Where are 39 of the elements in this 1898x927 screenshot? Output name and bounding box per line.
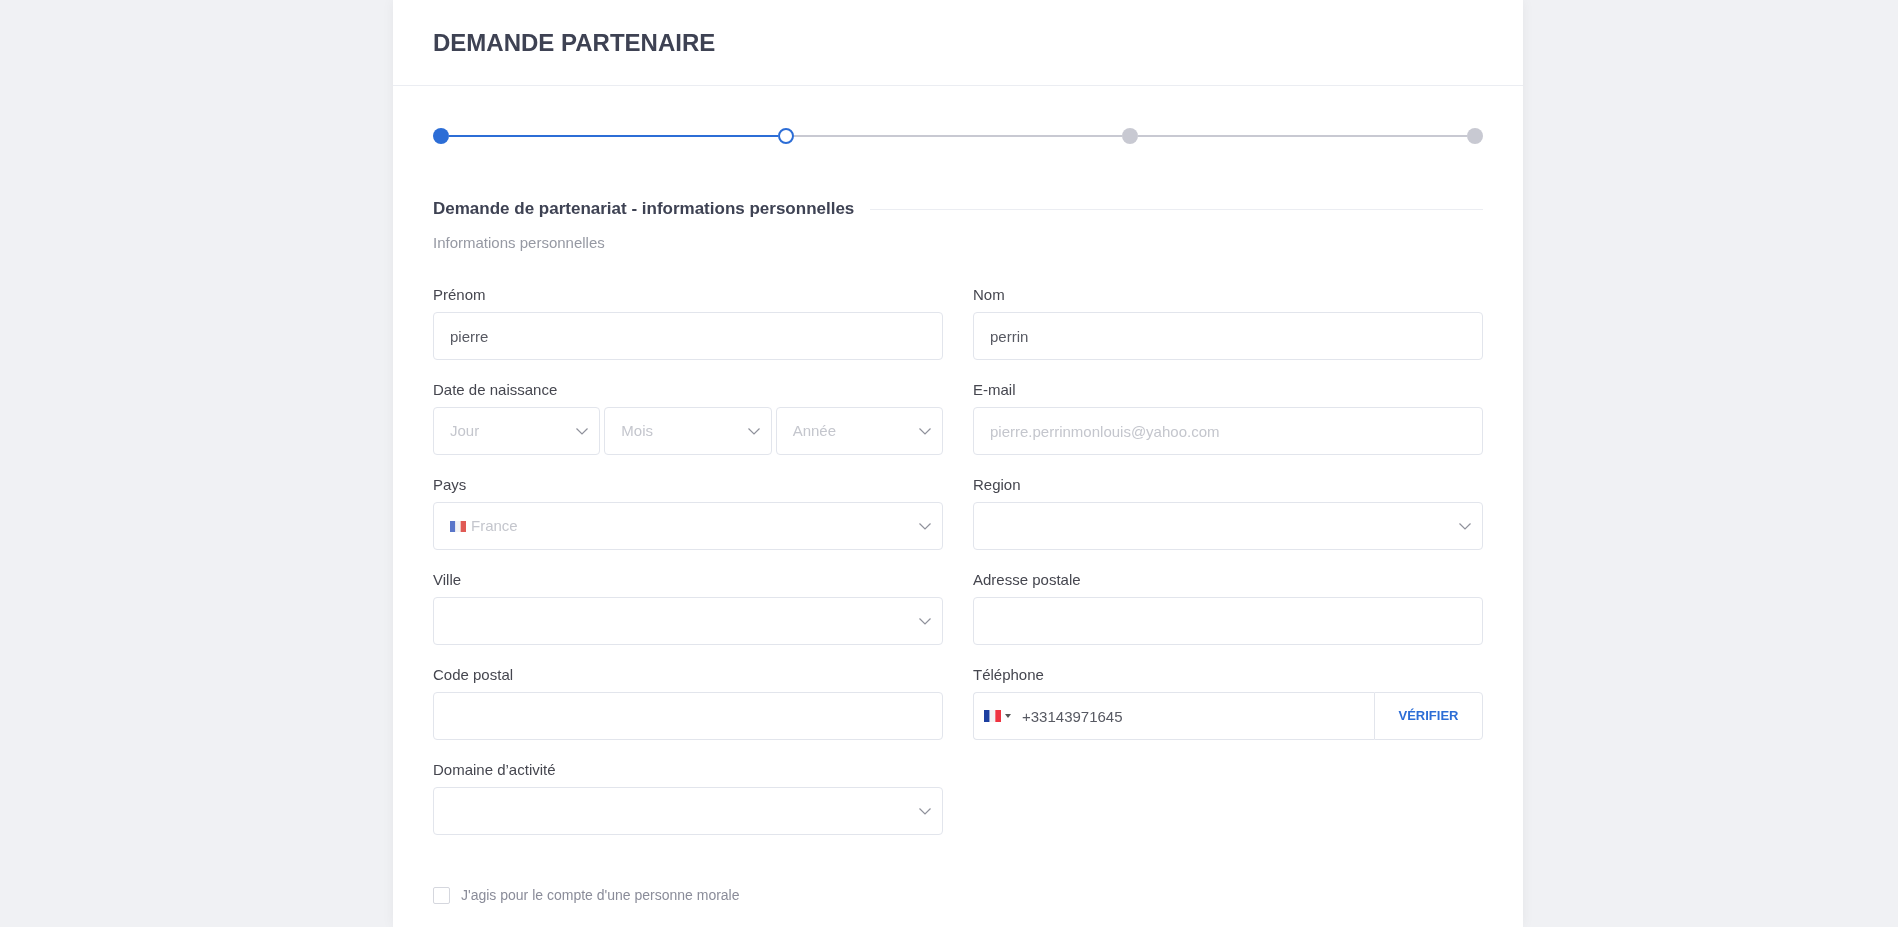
caret-down-icon: [1005, 714, 1011, 718]
flag-icon: [984, 710, 1001, 722]
field-label: Nom: [973, 285, 1006, 305]
text-field[interactable]: pierre: [433, 312, 943, 360]
phone-field[interactable]: +33143971645: [1022, 692, 1374, 740]
select-field[interactable]: [433, 597, 943, 645]
section-subtitle: Informations personnelles: [433, 233, 606, 253]
field-label: Adresse postale: [973, 570, 1082, 590]
field-label: Date de naissance: [433, 380, 559, 400]
field-label: E-mail: [973, 380, 1017, 400]
field-label: Ville: [433, 570, 463, 590]
chevron-down-icon: [919, 427, 931, 435]
field-label: Domaine d’activité: [433, 760, 557, 780]
country-picker-button[interactable]: [973, 692, 1022, 740]
verify-button[interactable]: VÉRIFIER: [1374, 692, 1483, 740]
field-label: Pays: [433, 475, 468, 495]
page-title: DEMANDE PARTENAIRE: [433, 30, 716, 55]
chevron-down-icon: [747, 427, 760, 435]
text-field[interactable]: [973, 597, 1483, 645]
chevron-down-icon: [919, 617, 931, 625]
section-heading: Demande de partenariat - informations personnelles: [433, 198, 855, 221]
field-label: Code postal: [433, 665, 515, 685]
chevron-down-icon: [919, 807, 931, 815]
text-field[interactable]: [433, 692, 943, 740]
chevron-down-icon: [576, 427, 589, 435]
select-field[interactable]: [973, 502, 1483, 550]
chevron-down-icon: [1459, 522, 1471, 530]
field-label: Region: [973, 475, 1022, 495]
select-field[interactable]: France: [433, 502, 943, 550]
chevron-down-icon: [919, 522, 931, 530]
text-field[interactable]: pierre.perrinmonlouis@yahoo.com: [973, 407, 1483, 455]
field-label: Prénom: [433, 285, 487, 305]
select-field[interactable]: [433, 787, 943, 835]
flag-icon: [450, 520, 466, 532]
text-field[interactable]: perrin: [973, 312, 1483, 360]
checkbox-label[interactable]: J'agis pour le compte d'une personne morale: [461, 885, 740, 906]
select-field[interactable]: Mois: [604, 407, 772, 455]
field-label: Téléphone: [973, 665, 1045, 685]
checkbox[interactable]: [433, 887, 450, 904]
